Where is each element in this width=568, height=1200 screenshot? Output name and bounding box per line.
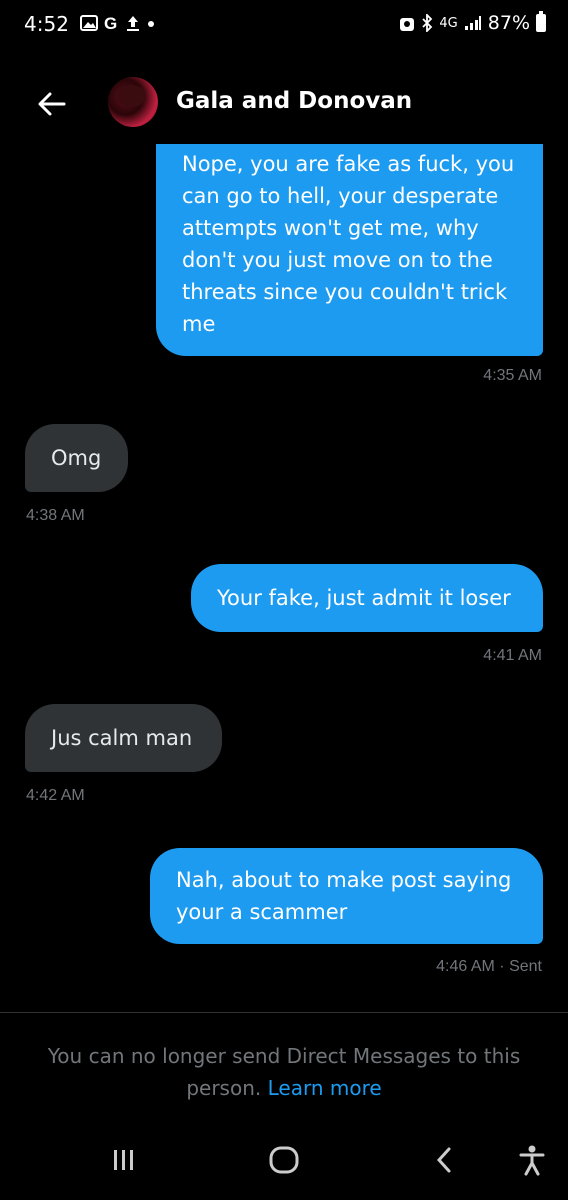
battery-icon [536,11,546,32]
conversation-title[interactable]: Gala and Donovan [176,88,412,114]
notification-icons: G [80,14,156,32]
system-status: 4G 87% [399,11,546,34]
message-text: Nah, about to make post saying your a sc… [176,868,512,924]
arrow-left-icon [38,92,66,116]
home-button[interactable] [264,1140,304,1180]
status-time: 4:52 [24,12,69,36]
message-bubble-outgoing[interactable]: Nope, you are fake as fuck, you can go t… [156,144,543,356]
message-timestamp: 4:41 AM [483,647,542,664]
message-text: Jus calm man [51,726,193,750]
accessibility-button[interactable] [512,1140,552,1180]
accessibility-icon [519,1145,545,1176]
gallery-icon [80,15,98,31]
svg-text:G: G [104,14,117,32]
dot-icon [148,21,154,27]
home-icon [269,1146,299,1174]
status-bar: 4:52 G 4G 87% [0,0,568,52]
message-text: Nope, you are fake as fuck, you can go t… [182,152,515,336]
message-text: Your fake, just admit it loser [217,586,511,610]
recents-icon [114,1150,133,1170]
back-button[interactable] [34,86,70,122]
google-icon: G [104,14,117,32]
learn-more-link[interactable]: Learn more [268,1076,382,1100]
chevron-left-icon [436,1147,451,1173]
conversation-header: Gala and Donovan [0,72,568,136]
message-text: Omg [51,446,102,470]
dm-disabled-notice: You can no longer send Direct Messages t… [30,1040,538,1104]
lock-badge-icon [400,18,415,31]
divider [0,1012,568,1013]
bluetooth-icon [422,14,433,32]
message-timestamp: 4:42 AM [26,787,85,804]
upload-icon [127,16,139,31]
back-nav-button[interactable] [424,1140,464,1180]
message-bubble-outgoing[interactable]: Nah, about to make post saying your a sc… [150,848,543,944]
signal-icon [464,16,481,30]
avatar[interactable] [108,77,158,127]
network-type: 4G [439,15,458,31]
system-nav-bar [0,1120,568,1200]
message-timestamp: 4:46 AM · Sent [436,958,542,975]
message-timestamp: 4:35 AM [483,367,542,384]
message-bubble-incoming[interactable]: Omg [25,424,128,492]
message-bubble-incoming[interactable]: Jus calm man [25,704,222,772]
message-bubble-outgoing[interactable]: Your fake, just admit it loser [191,564,543,632]
battery-percent: 87% [487,12,530,34]
message-timestamp: 4:38 AM [26,507,85,524]
recent-apps-button[interactable] [104,1140,144,1180]
